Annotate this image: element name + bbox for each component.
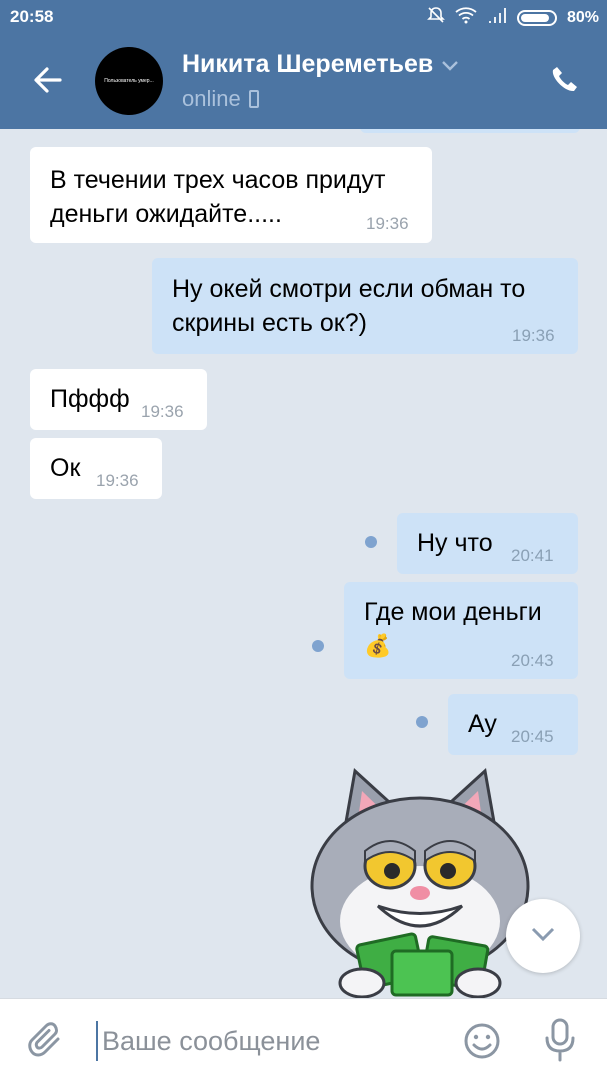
unread-indicator: [312, 640, 324, 652]
status-bar: 20:58 80%: [0, 0, 607, 34]
message-bubble-outgoing[interactable]: Ну что 20:41: [397, 513, 578, 574]
contact-name-label: Никита Шереметьев: [182, 50, 434, 78]
message-text: В течении трех часов придут: [50, 166, 386, 194]
mute-icon: [427, 6, 445, 29]
status-icons: 80%: [427, 6, 599, 29]
scroll-down-button[interactable]: [506, 899, 580, 973]
message-bubble-outgoing[interactable]: Ну окей смотри если обман то скрины есть…: [152, 258, 578, 354]
contact-status: online: [182, 86, 259, 112]
chevron-down-icon: [441, 50, 459, 79]
message-input[interactable]: [96, 1021, 436, 1061]
message-text: Ну что: [417, 529, 493, 557]
battery-percent: 80%: [566, 8, 599, 26]
message-bubble-outgoing[interactable]: Где мои деньги 💰 20:43: [344, 582, 578, 679]
message-bubble-incoming[interactable]: Пффф 19:36: [30, 369, 207, 430]
contact-name[interactable]: Никита Шереметьев: [182, 50, 459, 79]
message-list[interactable]: В течении трех часов придут деньги ожида…: [0, 129, 607, 998]
message-bubble-partial: [360, 129, 580, 133]
chat-header: Пользователь умер... Никита Шереметьев o…: [0, 34, 607, 129]
message-bubble-incoming[interactable]: В течении трех часов придут деньги ожида…: [30, 147, 432, 243]
chevron-down-icon: [530, 926, 556, 947]
signal-icon: [487, 7, 507, 28]
message-text: Пффф: [50, 385, 130, 413]
message-bubble-outgoing[interactable]: Ау 20:45: [448, 694, 578, 755]
phone-icon[interactable]: [549, 64, 581, 96]
wifi-icon: [455, 6, 477, 29]
back-arrow-icon[interactable]: [30, 62, 66, 98]
message-text: деньги ожидайте.....: [50, 200, 282, 228]
message-time: 20:41: [511, 546, 554, 565]
message-time: 19:36: [512, 326, 555, 345]
online-status-label: online: [182, 86, 241, 111]
battery-icon: [516, 9, 557, 26]
microphone-icon[interactable]: [540, 1017, 580, 1063]
message-text: Ну окей смотри если обман то: [172, 275, 526, 303]
message-bubble-incoming[interactable]: Ок 19:36: [30, 438, 162, 499]
message-text: Ок: [50, 454, 81, 482]
avatar[interactable]: Пользователь умер...: [95, 47, 163, 115]
mobile-device-icon: [248, 90, 259, 108]
unread-indicator: [416, 716, 428, 728]
message-time: 19:36: [366, 214, 409, 233]
message-composer: [0, 998, 607, 1080]
message-time: 20:45: [511, 727, 554, 746]
message-time: 19:36: [96, 471, 139, 490]
message-text: скрины есть ок?): [172, 309, 367, 337]
cat-sticker[interactable]: [300, 761, 540, 998]
smiley-icon[interactable]: [462, 1021, 502, 1061]
paperclip-icon[interactable]: [28, 1021, 68, 1061]
message-time: 20:43: [511, 651, 554, 670]
message-text: Где мои деньги: [364, 598, 542, 626]
unread-indicator: [365, 536, 377, 548]
status-time: 20:58: [10, 7, 54, 26]
avatar-caption: Пользователь умер...: [104, 78, 154, 84]
message-time: 19:36: [141, 402, 184, 421]
message-text: Ау: [468, 710, 497, 738]
